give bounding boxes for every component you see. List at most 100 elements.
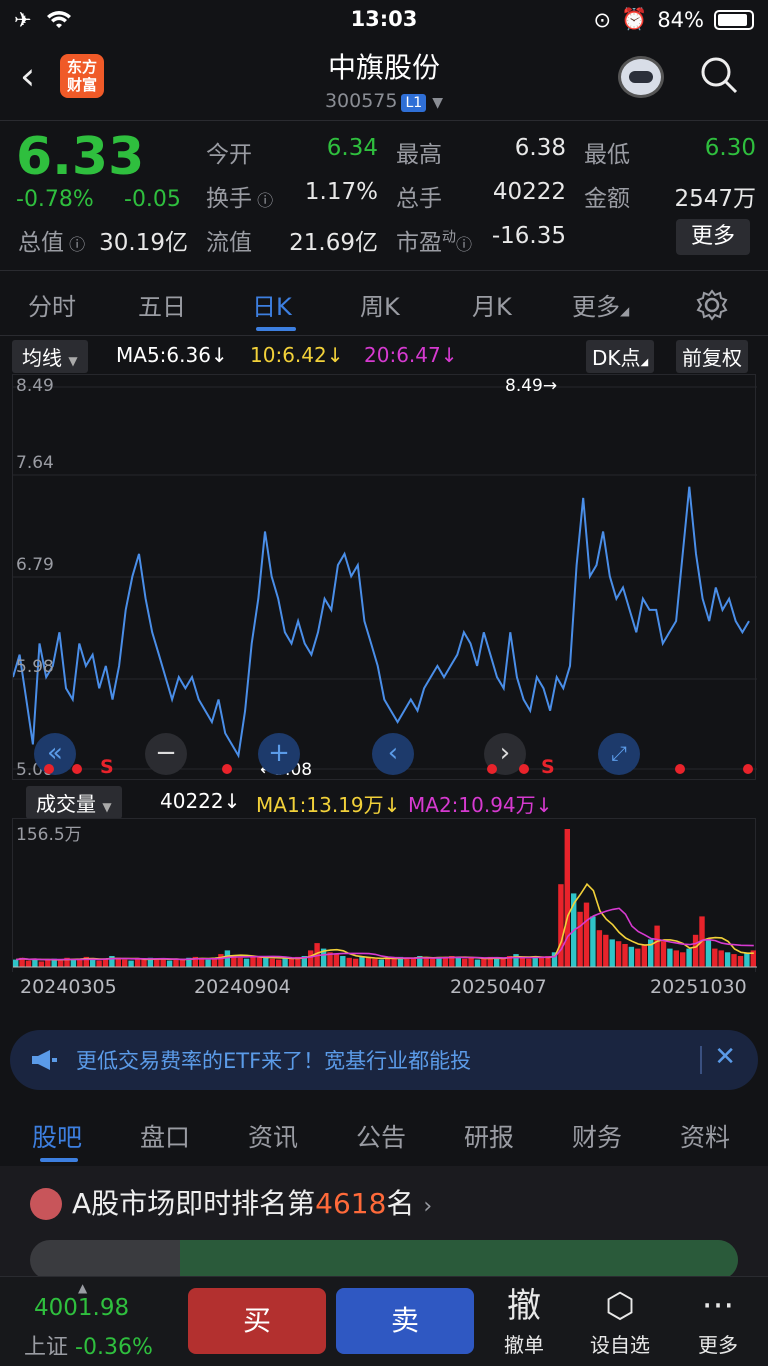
volume-ma1: MA1:13.19万↓: [256, 793, 401, 817]
turnover-label[interactable]: 换手 ⓘ: [206, 179, 273, 213]
tab-research[interactable]: 研报: [464, 1118, 514, 1154]
volume-current: 40222↓: [160, 789, 241, 813]
signal-dot: [222, 764, 232, 774]
sell-button[interactable]: 卖: [336, 1288, 474, 1354]
volume-bar: [122, 959, 128, 967]
index-value[interactable]: 4001.98: [34, 1295, 129, 1321]
volume-bar: [519, 957, 526, 967]
megaphone-icon: [32, 1050, 57, 1070]
adjust-button[interactable]: 前复权: [676, 340, 748, 373]
rank-card[interactable]: A股市场即时排名第4618名 ›: [0, 1166, 768, 1280]
close-icon[interactable]: ✕: [714, 1042, 736, 1072]
tab-weekly-k[interactable]: 周K: [360, 287, 400, 322]
zoom-out-button[interactable]: −: [145, 733, 187, 775]
y-tick: 8.49: [16, 376, 54, 396]
volume-bar: [686, 948, 692, 967]
volume-bar: [705, 939, 712, 967]
mktcap-label[interactable]: 总值 ⓘ: [18, 223, 85, 257]
prev-button[interactable]: ‹: [372, 733, 414, 775]
fullscreen-icon[interactable]: ⤢: [598, 733, 640, 775]
volume-bar: [45, 959, 51, 967]
tab-financials[interactable]: 财务: [572, 1118, 622, 1154]
assistant-robot-icon[interactable]: [618, 56, 664, 98]
volume-bar: [583, 902, 590, 967]
float-label: 流值: [206, 230, 252, 256]
price-chart[interactable]: [12, 374, 757, 780]
sell-signal-marker: S: [100, 756, 114, 778]
mktcap-value: 30.19亿: [99, 230, 188, 256]
volume-bar: [744, 953, 750, 967]
x-date-label: 20251030: [650, 976, 747, 998]
volume-bar: [423, 957, 429, 967]
volume-bar: [404, 957, 410, 967]
info-tabs: 股吧 盘口 资讯 公告 研报 财务 资料: [0, 1100, 768, 1166]
volume-bar: [282, 957, 288, 967]
volume-bar: [481, 958, 487, 967]
active-tab-indicator: [256, 327, 296, 331]
chevron-down-icon: ▼: [432, 95, 444, 111]
volume-indicator-select[interactable]: 成交量 ▼: [26, 786, 122, 819]
tab-monthly-k[interactable]: 月K: [472, 287, 512, 322]
volume-label: 总手: [396, 186, 442, 212]
rewind-button[interactable]: «: [34, 733, 76, 775]
volume-bar: [474, 959, 481, 967]
rotation-lock-icon: ⊙: [593, 7, 612, 32]
info-icon: ⓘ: [456, 235, 473, 254]
signal-dot: [519, 764, 529, 774]
pe-label[interactable]: 市盈动ⓘ: [396, 223, 472, 257]
zoom-in-button[interactable]: +: [258, 733, 300, 775]
volume-bar: [468, 957, 474, 967]
volume-bar: [237, 957, 243, 967]
period-tabs: 分时 五日 日K 周K 月K 更多◢: [0, 270, 768, 336]
signal-dot: [44, 764, 54, 774]
volume-bar: [526, 958, 532, 967]
high-value: 6.38: [514, 135, 566, 161]
open-label: 今开: [206, 142, 252, 168]
volume-legend: 成交量 ▼ 40222↓ MA1:13.19万↓ MA2:10.94万↓: [0, 784, 768, 820]
volume-bar: [538, 957, 545, 967]
volume-bar: [378, 959, 384, 967]
volume-max-label: 156.5万: [16, 825, 82, 845]
chevron-right-icon: ›: [423, 1194, 433, 1219]
tab-announcements[interactable]: 公告: [356, 1118, 406, 1154]
promo-banner[interactable]: 更低交易费率的ETF来了！宽基行业都能投 ✕: [10, 1030, 758, 1090]
price-chart-svg: [12, 386, 757, 770]
search-icon[interactable]: [700, 56, 738, 94]
cancel-order-button[interactable]: 撤撤单: [494, 1283, 554, 1358]
buy-button[interactable]: 买: [188, 1288, 326, 1354]
more-button[interactable]: ··· 更多: [690, 1283, 746, 1358]
tab-daily-k[interactable]: 日K: [252, 287, 292, 322]
volume-chart[interactable]: [12, 818, 757, 972]
tab-orderbook[interactable]: 盘口: [140, 1118, 190, 1154]
volume-bar: [609, 939, 615, 967]
pe-value: -16.35: [491, 223, 566, 249]
float-value: 21.69亿: [289, 230, 378, 256]
amount-label: 金额: [584, 186, 630, 212]
volume-bar: [654, 925, 660, 967]
more-quote-button[interactable]: 更多: [676, 219, 750, 255]
volume-bar: [500, 958, 506, 967]
banner-divider: [700, 1046, 702, 1074]
dk-point-button[interactable]: DK点◢: [586, 340, 655, 373]
volume-bar: [141, 959, 147, 967]
tab-forum[interactable]: 股吧: [32, 1118, 82, 1154]
high-label: 最高: [396, 142, 442, 168]
status-bar: ✈ 13:03 ⊙ ⏰ 84%: [0, 0, 768, 40]
settings-gear-icon[interactable]: [696, 289, 728, 321]
tab-profile[interactable]: 资料: [680, 1118, 730, 1154]
add-watchlist-button[interactable]: ⬡ 设自选: [584, 1283, 656, 1358]
turnover-value: 1.17%: [304, 179, 378, 205]
volume-bar: [596, 930, 603, 967]
expand-up-icon[interactable]: ▲: [78, 1281, 87, 1295]
signal-dot: [743, 764, 753, 774]
active-tab-indicator: [40, 1158, 78, 1162]
y-tick: 7.64: [16, 453, 54, 473]
banner-text: 更低交易费率的ETF来了！宽基行业都能投: [76, 1049, 472, 1073]
tab-more[interactable]: 更多◢: [572, 287, 629, 322]
volume-bar: [365, 957, 372, 967]
indicator-select[interactable]: 均线 ▼: [12, 340, 88, 373]
tab-news[interactable]: 资讯: [248, 1118, 298, 1154]
volume-bar: [250, 956, 256, 967]
tab-intraday[interactable]: 分时: [28, 287, 76, 322]
tab-5day[interactable]: 五日: [138, 287, 186, 322]
